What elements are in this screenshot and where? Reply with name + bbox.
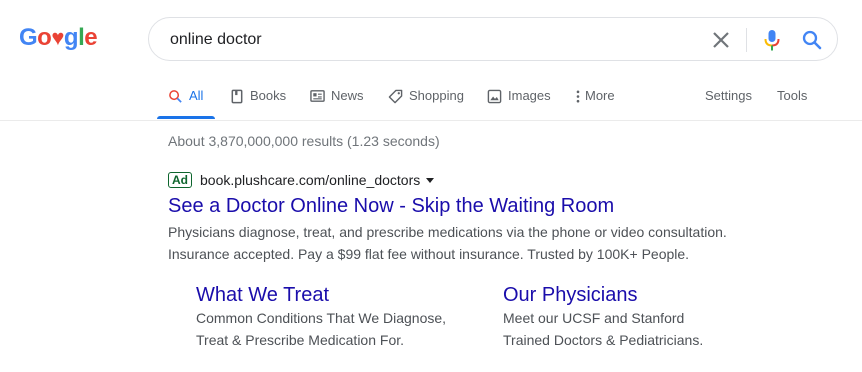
tools-label: Tools xyxy=(777,88,808,103)
heart-icon: ♥ xyxy=(51,25,64,50)
search-tabs: All Books News Shopping Images More Sett… xyxy=(0,80,862,121)
chevron-down-icon[interactable] xyxy=(426,177,435,183)
ad-display-url[interactable]: book.plushcare.com/online_doctors xyxy=(200,172,420,188)
settings-link[interactable]: Settings xyxy=(705,88,752,120)
sitelink-description: Common Conditions That We Diagnose, xyxy=(196,310,447,326)
book-icon xyxy=(231,89,243,104)
search-divider xyxy=(746,28,747,52)
logo-letter: G xyxy=(19,24,38,51)
tab-label: Images xyxy=(508,88,551,103)
sitelink-our-physicians[interactable]: Our Physicians xyxy=(503,284,638,307)
microphone-icon xyxy=(764,30,780,51)
tab-more[interactable]: More xyxy=(575,88,615,120)
tab-images[interactable]: Images xyxy=(487,88,551,120)
ad-url-line: Ad book.plushcare.com/online_doctors xyxy=(168,172,435,188)
sitelink-what-we-treat[interactable]: What We Treat xyxy=(196,284,329,307)
search-input[interactable]: online doctor xyxy=(170,31,262,49)
tab-label: More xyxy=(585,88,615,103)
tab-books[interactable]: Books xyxy=(230,88,286,120)
ad-badge: Ad xyxy=(168,172,192,188)
ad-description-line: Physicians diagnose, treat, and prescrib… xyxy=(168,224,727,240)
image-icon xyxy=(487,89,502,104)
search-button[interactable] xyxy=(799,27,825,53)
tag-icon xyxy=(388,89,403,104)
sitelink-description: Trained Doctors & Pediatricians. xyxy=(503,332,704,348)
search-icon xyxy=(802,30,822,50)
search-icon xyxy=(169,90,182,103)
news-icon xyxy=(310,90,325,102)
search-box[interactable]: online doctor xyxy=(148,17,838,61)
active-tab-indicator xyxy=(157,116,215,119)
tab-label: Books xyxy=(250,88,287,103)
tab-label: Shopping xyxy=(409,88,464,103)
google-doodle-logo[interactable]: Go♥gle xyxy=(19,24,98,52)
result-stats: About 3,870,000,000 results (1.23 second… xyxy=(168,133,440,149)
sitelink-description: Meet our UCSF and Stanford xyxy=(503,310,685,326)
tab-label: All xyxy=(189,88,204,103)
ad-description-line: Insurance accepted. Pay a $99 flat fee w… xyxy=(168,246,690,262)
clear-button[interactable] xyxy=(709,28,733,52)
tab-label: News xyxy=(331,88,364,103)
tools-link[interactable]: Tools xyxy=(777,88,807,120)
voice-search-button[interactable] xyxy=(759,27,785,53)
sitelink-description: Treat & Prescribe Medication For. xyxy=(196,332,405,348)
tab-news[interactable]: News xyxy=(310,88,364,120)
logo-letter: g xyxy=(63,24,79,51)
settings-label: Settings xyxy=(705,88,752,103)
logo-letter: o xyxy=(37,24,52,51)
ad-title-link[interactable]: See a Doctor Online Now - Skip the Waiti… xyxy=(168,195,614,218)
tab-shopping[interactable]: Shopping xyxy=(388,88,464,120)
logo-letter: e xyxy=(84,24,98,51)
more-vert-icon xyxy=(576,90,580,103)
close-icon xyxy=(713,32,729,48)
